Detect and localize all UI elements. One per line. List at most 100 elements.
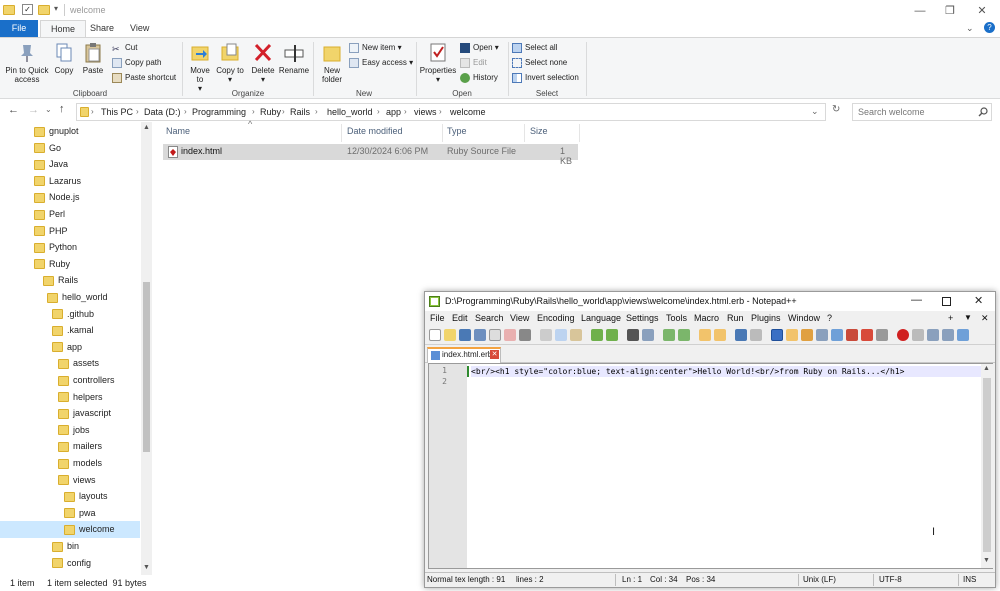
- cut-icon[interactable]: [540, 329, 552, 341]
- tree-item[interactable]: gnuplot: [0, 123, 140, 140]
- column-header-date[interactable]: Date modified: [347, 126, 403, 136]
- history-button[interactable]: History: [460, 71, 498, 84]
- editor-scrollbar[interactable]: ▲ ▼: [981, 364, 993, 568]
- menu-file[interactable]: File: [430, 313, 445, 323]
- tree-item[interactable]: assets: [0, 355, 140, 372]
- easy-access-button[interactable]: Easy access ▾: [349, 56, 413, 69]
- new-folder-button[interactable]: New folder: [318, 42, 346, 84]
- menu-plugins[interactable]: Plugins: [751, 313, 781, 323]
- tree-item[interactable]: config: [0, 555, 140, 572]
- menu-help[interactable]: ?: [827, 313, 832, 323]
- tab-share[interactable]: Share: [80, 20, 124, 37]
- breadcrumb-programming[interactable]: Programming: [192, 107, 246, 117]
- nav-scrollbar[interactable]: ▲ ▼: [141, 122, 152, 575]
- redo-icon[interactable]: [606, 329, 618, 341]
- save-icon[interactable]: [459, 329, 471, 341]
- function-list-icon[interactable]: [816, 329, 828, 341]
- paste-shortcut-button[interactable]: Paste shortcut: [112, 71, 176, 84]
- tab-index-html-erb[interactable]: index.html.erb ✕: [427, 347, 501, 363]
- tree-item[interactable]: Python: [0, 239, 140, 256]
- edit-button[interactable]: Edit: [460, 56, 487, 69]
- scroll-down-icon[interactable]: ▼: [983, 557, 990, 564]
- menu-run[interactable]: Run: [727, 313, 744, 323]
- tree-item[interactable]: views: [0, 472, 140, 489]
- save-macro-icon[interactable]: [957, 329, 969, 341]
- npp-close-button[interactable]: ✕: [974, 294, 983, 307]
- tree-item[interactable]: .kamal: [0, 322, 140, 339]
- rename-button[interactable]: Rename: [278, 42, 310, 75]
- delete-button[interactable]: Delete ▾: [249, 42, 277, 84]
- quick-access-dropdown-icon[interactable]: ▾: [54, 4, 58, 13]
- refresh-icon[interactable]: ↻: [832, 104, 840, 115]
- paste-button[interactable]: Paste: [80, 42, 106, 75]
- tab-view[interactable]: View: [120, 20, 159, 37]
- tab-close-icon[interactable]: ✕: [490, 350, 499, 359]
- close-tab-icon[interactable]: ✕: [981, 313, 989, 324]
- show-all-characters-icon[interactable]: [750, 329, 762, 341]
- restore-button[interactable]: ❐: [934, 0, 966, 22]
- stop-icon[interactable]: [912, 329, 924, 341]
- minimize-button[interactable]: —: [904, 0, 936, 22]
- file-row[interactable]: index.html 12/30/2024 6:06 PM Ruby Sourc…: [163, 144, 578, 166]
- menu-settings[interactable]: Settings: [626, 313, 659, 323]
- tree-item[interactable]: bin: [0, 538, 140, 555]
- recent-locations-icon[interactable]: ⌄: [45, 105, 52, 114]
- run-multiple-icon[interactable]: [942, 329, 954, 341]
- open-file-icon[interactable]: [444, 329, 456, 341]
- pin-quick-access-button[interactable]: Pin to Quick access: [3, 42, 51, 84]
- tree-item[interactable]: Lazarus: [0, 173, 140, 190]
- tree-item[interactable]: Perl: [0, 206, 140, 223]
- undo-icon[interactable]: [591, 329, 603, 341]
- close-all-icon[interactable]: [504, 329, 516, 341]
- breadcrumb-hello-world[interactable]: hello_world: [327, 107, 373, 117]
- tree-item[interactable]: layouts: [0, 488, 140, 505]
- tree-item[interactable]: Ruby: [0, 256, 140, 273]
- new-file-icon[interactable]: [429, 329, 441, 341]
- npp-minimize-button[interactable]: —: [911, 294, 922, 306]
- menu-macro[interactable]: Macro: [694, 313, 719, 323]
- doc-map-icon[interactable]: [801, 329, 813, 341]
- save-all-icon[interactable]: [474, 329, 486, 341]
- tab-file[interactable]: File: [0, 20, 38, 37]
- tree-item[interactable]: pwa: [0, 505, 140, 522]
- print-icon[interactable]: [519, 329, 531, 341]
- indent-guide-icon[interactable]: [771, 329, 783, 341]
- new-item-button[interactable]: New item ▾: [349, 41, 402, 54]
- tree-item[interactable]: mailers: [0, 438, 140, 455]
- udl-icon[interactable]: [786, 329, 798, 341]
- menu-tools[interactable]: Tools: [666, 313, 687, 323]
- address-box[interactable]: › This PC › Data (D:) › Programming › Ru…: [76, 103, 826, 121]
- folder-workspace-icon[interactable]: [831, 329, 843, 341]
- word-wrap-icon[interactable]: [735, 329, 747, 341]
- invert-selection-button[interactable]: Invert selection: [512, 71, 579, 84]
- search-input[interactable]: Search welcome: [852, 103, 992, 121]
- forward-icon[interactable]: →: [28, 104, 39, 116]
- menu-language[interactable]: Language: [581, 313, 621, 323]
- menu-edit[interactable]: Edit: [452, 313, 468, 323]
- breadcrumb-app[interactable]: app: [386, 107, 401, 117]
- cut-button[interactable]: ✂ Cut: [112, 41, 137, 54]
- select-none-button[interactable]: Select none: [512, 56, 567, 69]
- close-button[interactable]: ✕: [966, 0, 998, 22]
- properties-button[interactable]: Properties ▾: [419, 42, 457, 84]
- breadcrumb-views[interactable]: views: [414, 107, 437, 117]
- new-folder-quick-icon[interactable]: [38, 5, 50, 15]
- move-to-button[interactable]: Move to ▾: [186, 42, 214, 93]
- properties-quick-icon[interactable]: ✓: [22, 4, 33, 15]
- sync-vertical-icon[interactable]: [699, 329, 711, 341]
- tree-item[interactable]: .github: [0, 306, 140, 323]
- select-all-button[interactable]: Select all: [512, 41, 557, 54]
- tree-item[interactable]: welcome: [0, 521, 140, 538]
- sync-horizontal-icon[interactable]: [714, 329, 726, 341]
- column-header-name[interactable]: Name: [166, 126, 190, 136]
- up-icon[interactable]: ↑: [59, 103, 65, 115]
- breadcrumb-welcome[interactable]: welcome: [450, 107, 486, 117]
- menu-encoding[interactable]: Encoding: [537, 313, 575, 323]
- close-file-icon[interactable]: [489, 329, 501, 341]
- new-tab-icon[interactable]: +: [948, 313, 953, 323]
- menu-window[interactable]: Window: [788, 313, 820, 323]
- column-header-type[interactable]: Type: [447, 126, 467, 136]
- copy-icon[interactable]: [555, 329, 567, 341]
- tree-item[interactable]: models: [0, 455, 140, 472]
- playback-icon[interactable]: [927, 329, 939, 341]
